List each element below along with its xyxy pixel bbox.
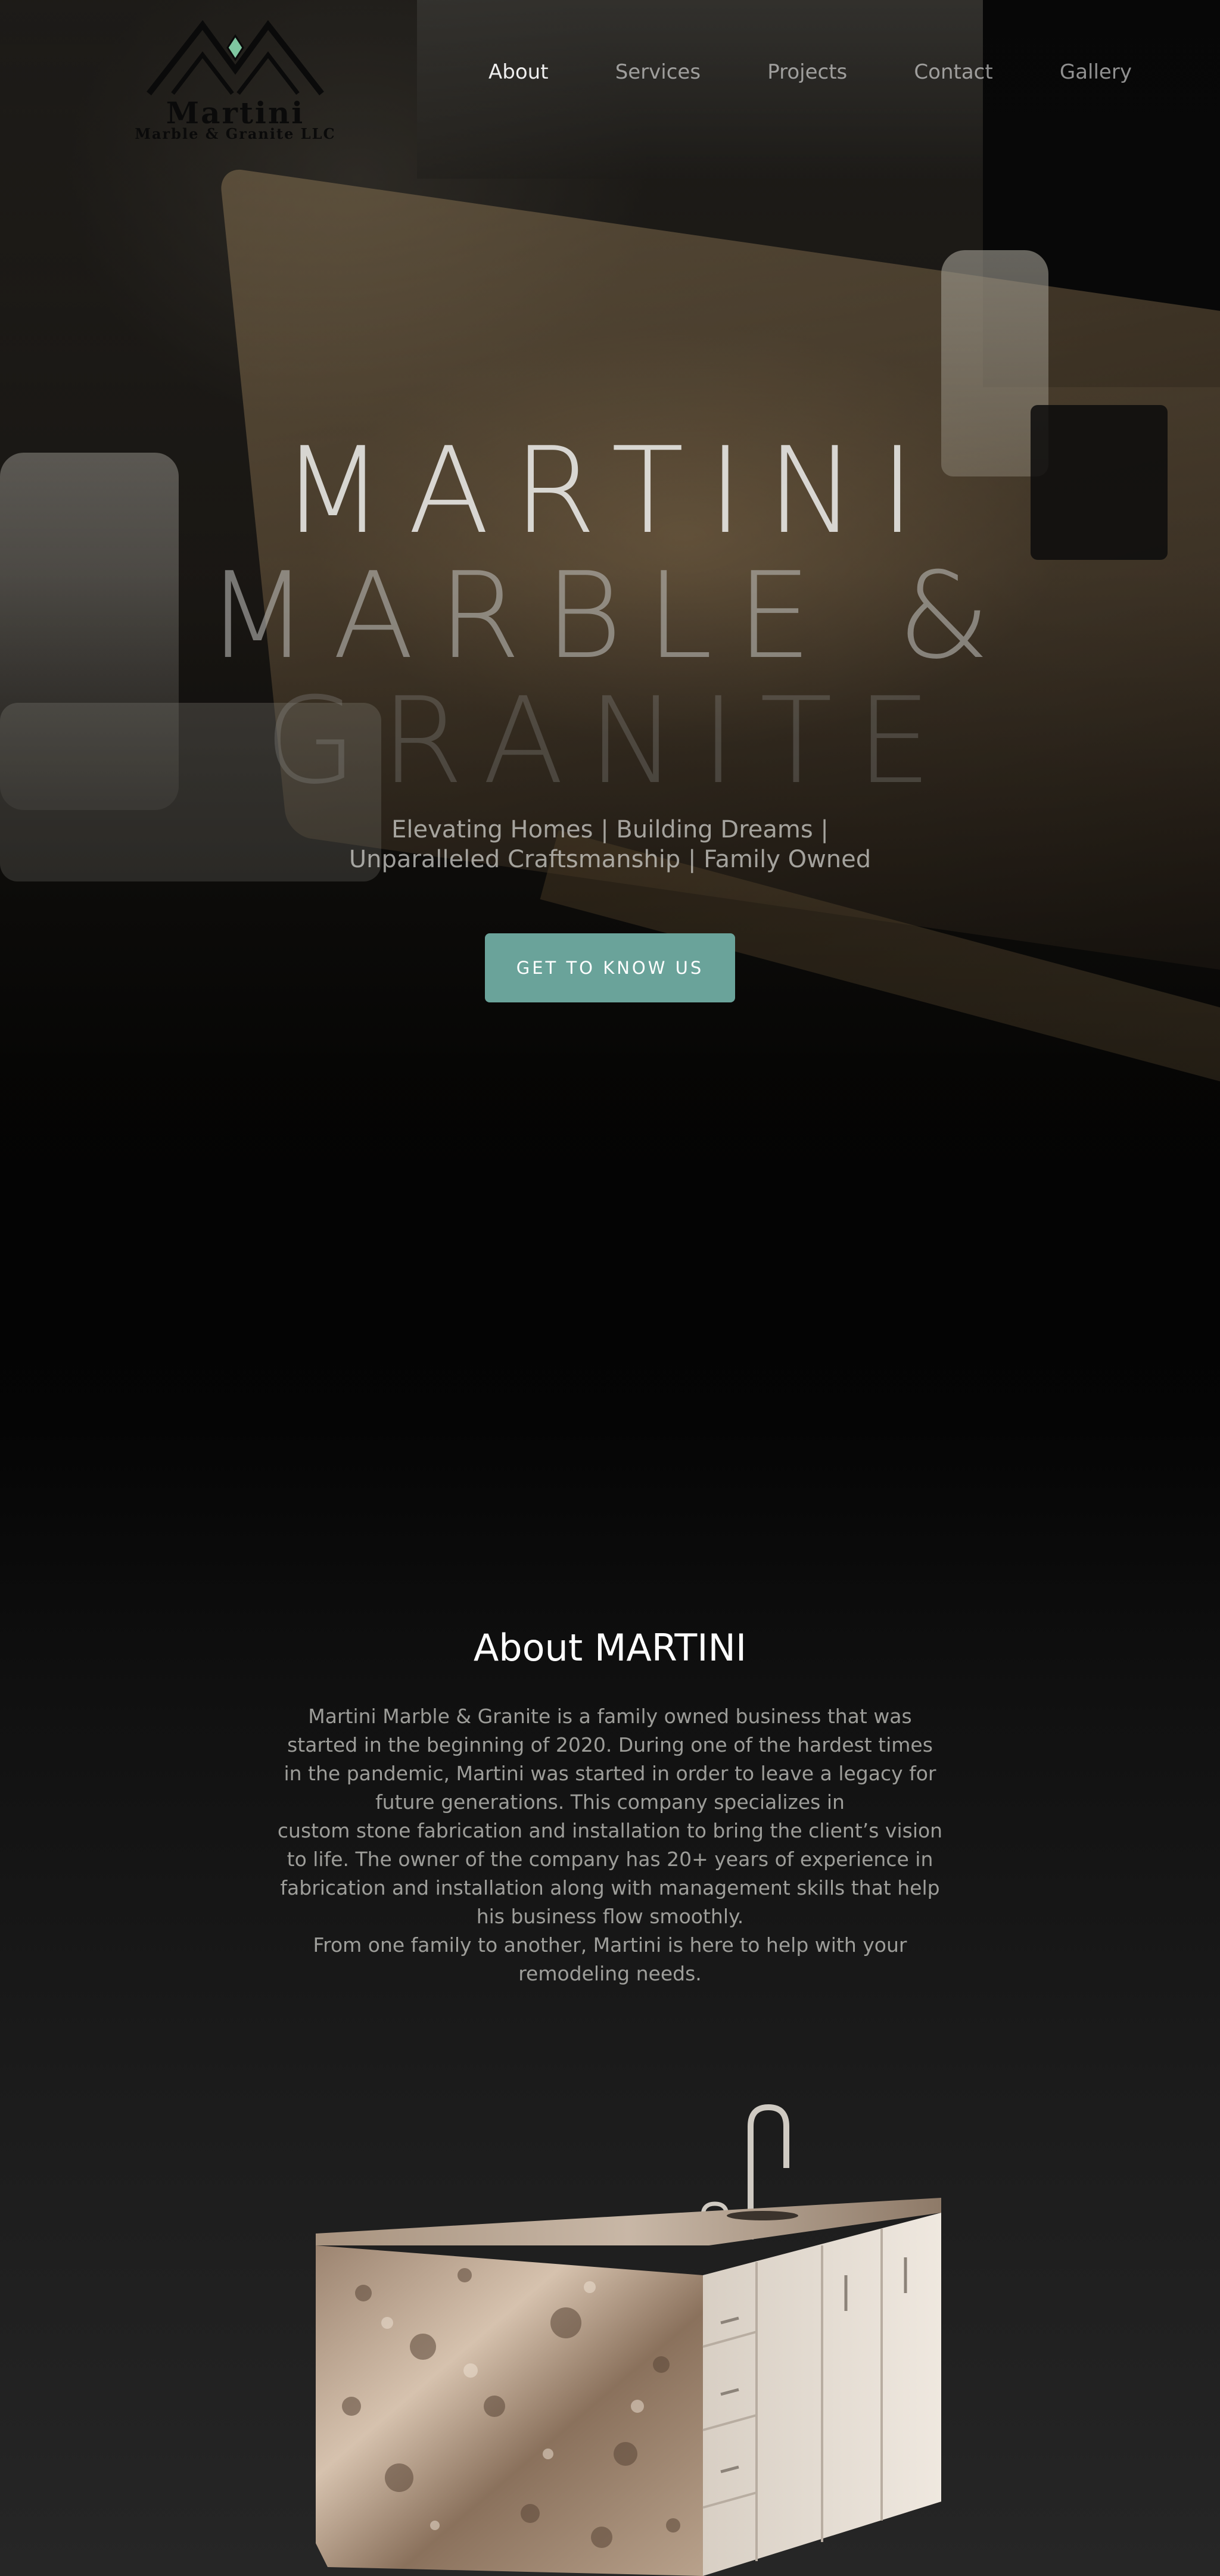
hero-title-line-2: MARBLE &	[206, 547, 1014, 686]
about-body: Martini Marble & Granite is a family own…	[275, 1702, 945, 1988]
logo-mountain-icon	[147, 20, 324, 96]
kitchen-island-image	[292, 2097, 947, 2576]
hero-subtitle: Elevating Homes | Building Dreams | Unpa…	[253, 815, 967, 874]
nav-link-about[interactable]: About	[488, 57, 549, 87]
about-paragraph: From one family to another, Martini is h…	[313, 1933, 907, 1985]
about-paragraph: custom stone fabrication and installatio…	[277, 1819, 943, 1928]
nav-link-gallery[interactable]: Gallery	[1060, 57, 1132, 87]
hero-title: MARTINI MARBLE & GRANITE	[0, 429, 1220, 804]
about-paragraph: Martini Marble & Granite is a family own…	[284, 1705, 936, 1814]
get-to-know-us-button[interactable]: GET TO KNOW US	[485, 933, 735, 1002]
about-title: About MARTINI	[473, 1626, 747, 1669]
hero-subtitle-line-2: Unparalleled Craftsmanship | Family Owne…	[348, 846, 872, 873]
nav-link-projects[interactable]: Projects	[767, 57, 847, 87]
site-logo[interactable]: Martini Marble & Granite LLC	[95, 13, 375, 142]
main-navigation: About Services Projects Contact Gallery	[488, 57, 1132, 87]
hero-subtitle-line-1: Elevating Homes | Building Dreams |	[391, 816, 829, 843]
hero-title-line-3: GRANITE	[264, 672, 956, 811]
hero-title-line-1: MARTINI	[281, 422, 939, 560]
nav-link-services[interactable]: Services	[615, 57, 701, 87]
nav-link-contact[interactable]: Contact	[914, 57, 992, 87]
logo-subtitle: Marble & Granite LLC	[135, 125, 336, 142]
